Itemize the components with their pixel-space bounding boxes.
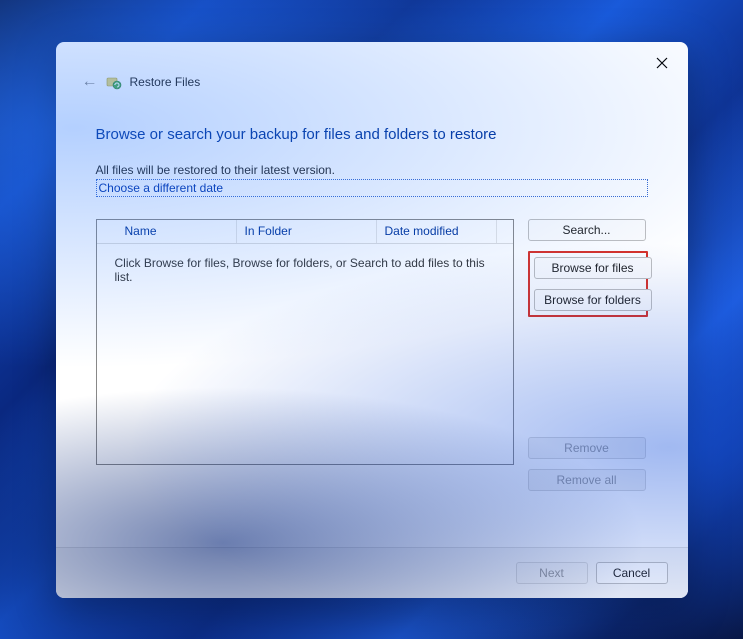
page-heading: Browse or search your backup for files a…	[96, 126, 648, 143]
close-button[interactable]	[650, 52, 674, 76]
remove-button: Remove	[528, 437, 646, 459]
button-spacer	[528, 327, 648, 427]
column-header-name[interactable]: Name	[97, 220, 237, 243]
dialog-footer: Next Cancel	[56, 547, 688, 598]
back-arrow-icon: ←	[82, 74, 98, 90]
dialog-title: Restore Files	[130, 75, 201, 89]
close-icon	[656, 56, 668, 72]
file-list[interactable]: Name In Folder Date modified Click Brows…	[96, 219, 514, 465]
browse-files-button[interactable]: Browse for files	[534, 257, 652, 279]
column-header-date[interactable]: Date modified	[377, 220, 497, 243]
cancel-button[interactable]: Cancel	[596, 562, 668, 584]
choose-date-link[interactable]: Choose a different date	[96, 179, 648, 197]
file-list-placeholder: Click Browse for files, Browse for folde…	[97, 244, 513, 296]
column-header-spacer	[497, 220, 513, 243]
intro-text: All files will be restored to their late…	[96, 163, 648, 177]
browse-folders-button[interactable]: Browse for folders	[534, 289, 652, 311]
column-header-folder[interactable]: In Folder	[237, 220, 377, 243]
content-area: Browse or search your backup for files a…	[56, 98, 688, 547]
file-list-header: Name In Folder Date modified	[97, 220, 513, 244]
next-button: Next	[516, 562, 588, 584]
restore-files-dialog: ← Restore Files Browse or search your ba…	[56, 42, 688, 598]
restore-files-icon	[106, 74, 122, 90]
search-button[interactable]: Search...	[528, 219, 646, 241]
remove-all-button: Remove all	[528, 469, 646, 491]
side-buttons: Search... Browse for files Browse for fo…	[528, 219, 648, 491]
header-row: ← Restore Files	[56, 42, 688, 98]
browse-highlight-box: Browse for files Browse for folders	[528, 251, 648, 317]
main-row: Name In Folder Date modified Click Brows…	[96, 219, 648, 491]
